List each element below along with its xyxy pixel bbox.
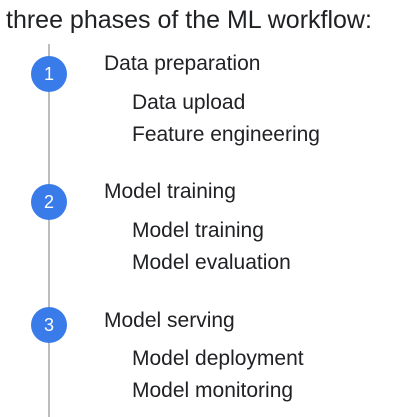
list-item: Data upload: [132, 91, 246, 114]
step-list: Data upload Feature engineering: [132, 87, 320, 151]
timeline-line: [48, 44, 50, 417]
page-title: three phases of the ML workflow:: [6, 6, 372, 34]
list-item: Feature engineering: [132, 123, 320, 146]
list-item: Model monitoring: [132, 379, 294, 402]
step-list: Model deployment Model monitoring: [132, 343, 304, 407]
phase-number-badge: 2: [31, 184, 67, 220]
list-item: Model evaluation: [132, 251, 291, 274]
phase-number-badge: 1: [31, 56, 67, 92]
phase-number-badge: 3: [31, 307, 67, 343]
list-item: Model deployment: [132, 347, 304, 370]
list-item: Model training: [132, 219, 264, 242]
phase-title: Model training: [104, 180, 236, 203]
phase-title: Model serving: [104, 309, 235, 332]
phase-title: Data preparation: [104, 52, 261, 75]
step-list: Model training Model evaluation: [132, 215, 291, 279]
